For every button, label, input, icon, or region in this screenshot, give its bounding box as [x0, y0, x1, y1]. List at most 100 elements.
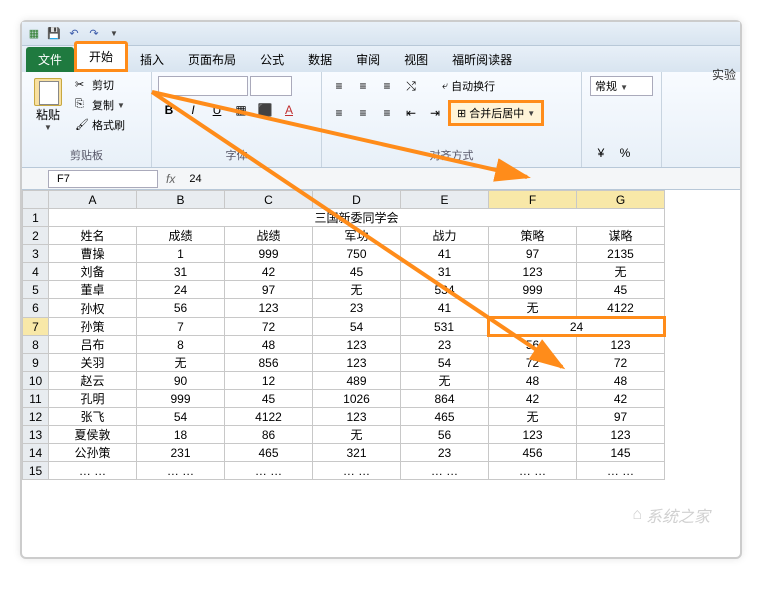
data-cell[interactable]: 72 — [577, 354, 665, 372]
row-head-11[interactable]: 11 — [23, 390, 49, 408]
data-cell[interactable]: 孙策 — [49, 318, 137, 336]
paste-button[interactable]: 粘贴 ▼ — [28, 76, 68, 145]
data-cell[interactable]: 23 — [401, 444, 489, 462]
data-cell[interactable]: 关羽 — [49, 354, 137, 372]
currency-button[interactable]: ¥ — [590, 143, 612, 163]
wrap-text-button[interactable]: ⤶ 自动换行 — [438, 77, 499, 95]
col-head-C[interactable]: C — [225, 191, 313, 209]
italic-button[interactable]: I — [182, 100, 204, 120]
col-head-E[interactable]: E — [401, 191, 489, 209]
header-cell[interactable]: 姓名 — [49, 227, 137, 245]
data-cell[interactable]: 489 — [313, 372, 401, 390]
data-cell[interactable]: 41 — [401, 299, 489, 318]
row-head-13[interactable]: 13 — [23, 426, 49, 444]
data-cell[interactable]: 48 — [577, 372, 665, 390]
font-color-button[interactable]: A — [278, 100, 300, 120]
data-cell[interactable]: 无 — [137, 354, 225, 372]
data-cell[interactable]: 曹操 — [49, 245, 137, 263]
data-cell[interactable]: 无 — [577, 263, 665, 281]
data-cell[interactable]: 123 — [577, 426, 665, 444]
data-cell[interactable]: 465 — [401, 408, 489, 426]
data-cell[interactable]: 孔明 — [49, 390, 137, 408]
data-cell[interactable]: 夏侯敦 — [49, 426, 137, 444]
data-cell[interactable]: 赵云 — [49, 372, 137, 390]
data-cell[interactable]: … … — [489, 462, 577, 480]
tab-data[interactable]: 数据 — [296, 47, 344, 72]
indent-inc-button[interactable]: ⇥ — [424, 103, 446, 123]
header-cell[interactable]: 战绩 — [225, 227, 313, 245]
data-cell[interactable]: 31 — [401, 263, 489, 281]
fill-color-button[interactable]: ⬛ — [254, 100, 276, 120]
data-cell[interactable]: 42 — [225, 263, 313, 281]
merge-dropdown-icon[interactable]: ▼ — [527, 109, 535, 118]
data-cell[interactable]: 无 — [489, 408, 577, 426]
data-cell[interactable]: 97 — [577, 408, 665, 426]
data-cell[interactable]: 97 — [225, 281, 313, 299]
data-cell[interactable]: … … — [401, 462, 489, 480]
cut-button[interactable]: ✂剪切 — [72, 76, 128, 94]
data-cell[interactable]: 45 — [225, 390, 313, 408]
data-cell[interactable]: 48 — [489, 372, 577, 390]
data-cell[interactable]: 72 — [489, 354, 577, 372]
qat-more-icon[interactable]: ▼ — [106, 26, 122, 42]
tab-home[interactable]: 开始 — [74, 41, 128, 72]
data-cell[interactable]: 123 — [313, 336, 401, 354]
align-left-button[interactable]: ≡ — [328, 103, 350, 123]
data-cell[interactable]: 72 — [225, 318, 313, 336]
data-cell[interactable]: 321 — [313, 444, 401, 462]
merged-selected-cell[interactable]: 24 — [489, 318, 665, 336]
row-head-2[interactable]: 2 — [23, 227, 49, 245]
indent-dec-button[interactable]: ⇤ — [400, 103, 422, 123]
data-cell[interactable]: 无 — [489, 299, 577, 318]
data-cell[interactable]: 无 — [401, 372, 489, 390]
data-cell[interactable]: 无 — [313, 426, 401, 444]
data-cell[interactable]: 4122 — [225, 408, 313, 426]
data-cell[interactable]: 90 — [137, 372, 225, 390]
col-head-B[interactable]: B — [137, 191, 225, 209]
header-cell[interactable]: 成绩 — [137, 227, 225, 245]
row-head-1[interactable]: 1 — [23, 209, 49, 227]
data-cell[interactable]: … … — [225, 462, 313, 480]
data-cell[interactable]: 23 — [401, 336, 489, 354]
data-cell[interactable]: 56 — [137, 299, 225, 318]
data-cell[interactable]: 45 — [313, 263, 401, 281]
border-button[interactable]: ▦ — [230, 100, 252, 120]
data-cell[interactable]: 7 — [137, 318, 225, 336]
data-cell[interactable]: … … — [49, 462, 137, 480]
data-cell[interactable]: 41 — [401, 245, 489, 263]
data-cell[interactable]: … … — [577, 462, 665, 480]
data-cell[interactable]: 999 — [225, 245, 313, 263]
col-head-A[interactable]: A — [49, 191, 137, 209]
number-format-select[interactable]: 常规 ▼ — [590, 76, 653, 96]
tab-formulas[interactable]: 公式 — [248, 47, 296, 72]
data-cell[interactable]: 2135 — [577, 245, 665, 263]
row-head-5[interactable]: 5 — [23, 281, 49, 299]
data-cell[interactable]: 54 — [313, 318, 401, 336]
header-cell[interactable]: 战力 — [401, 227, 489, 245]
data-cell[interactable]: 吕布 — [49, 336, 137, 354]
formula-bar[interactable]: 24 — [183, 171, 740, 187]
col-head-F[interactable]: F — [489, 191, 577, 209]
align-bottom-button[interactable]: ≡ — [376, 76, 398, 96]
font-size-select[interactable] — [250, 76, 292, 96]
row-head-9[interactable]: 9 — [23, 354, 49, 372]
data-cell[interactable]: 31 — [137, 263, 225, 281]
tab-layout[interactable]: 页面布局 — [176, 47, 248, 72]
data-cell[interactable]: 123 — [225, 299, 313, 318]
data-cell[interactable]: 231 — [137, 444, 225, 462]
data-cell[interactable]: 86 — [225, 426, 313, 444]
data-cell[interactable]: 54 — [401, 354, 489, 372]
data-cell[interactable]: 孙权 — [49, 299, 137, 318]
data-cell[interactable]: 1026 — [313, 390, 401, 408]
undo-icon[interactable]: ↶ — [66, 26, 82, 42]
data-cell[interactable]: 18 — [137, 426, 225, 444]
data-cell[interactable]: 97 — [489, 245, 577, 263]
data-cell[interactable]: 123 — [577, 336, 665, 354]
data-cell[interactable]: 45 — [577, 281, 665, 299]
header-cell[interactable]: 军功 — [313, 227, 401, 245]
data-cell[interactable]: 56 — [489, 336, 577, 354]
tab-foxit[interactable]: 福昕阅读器 — [440, 47, 524, 72]
data-cell[interactable]: 531 — [401, 318, 489, 336]
copy-button[interactable]: ⎘复制▼ — [72, 96, 128, 114]
redo-icon[interactable]: ↷ — [86, 26, 102, 42]
